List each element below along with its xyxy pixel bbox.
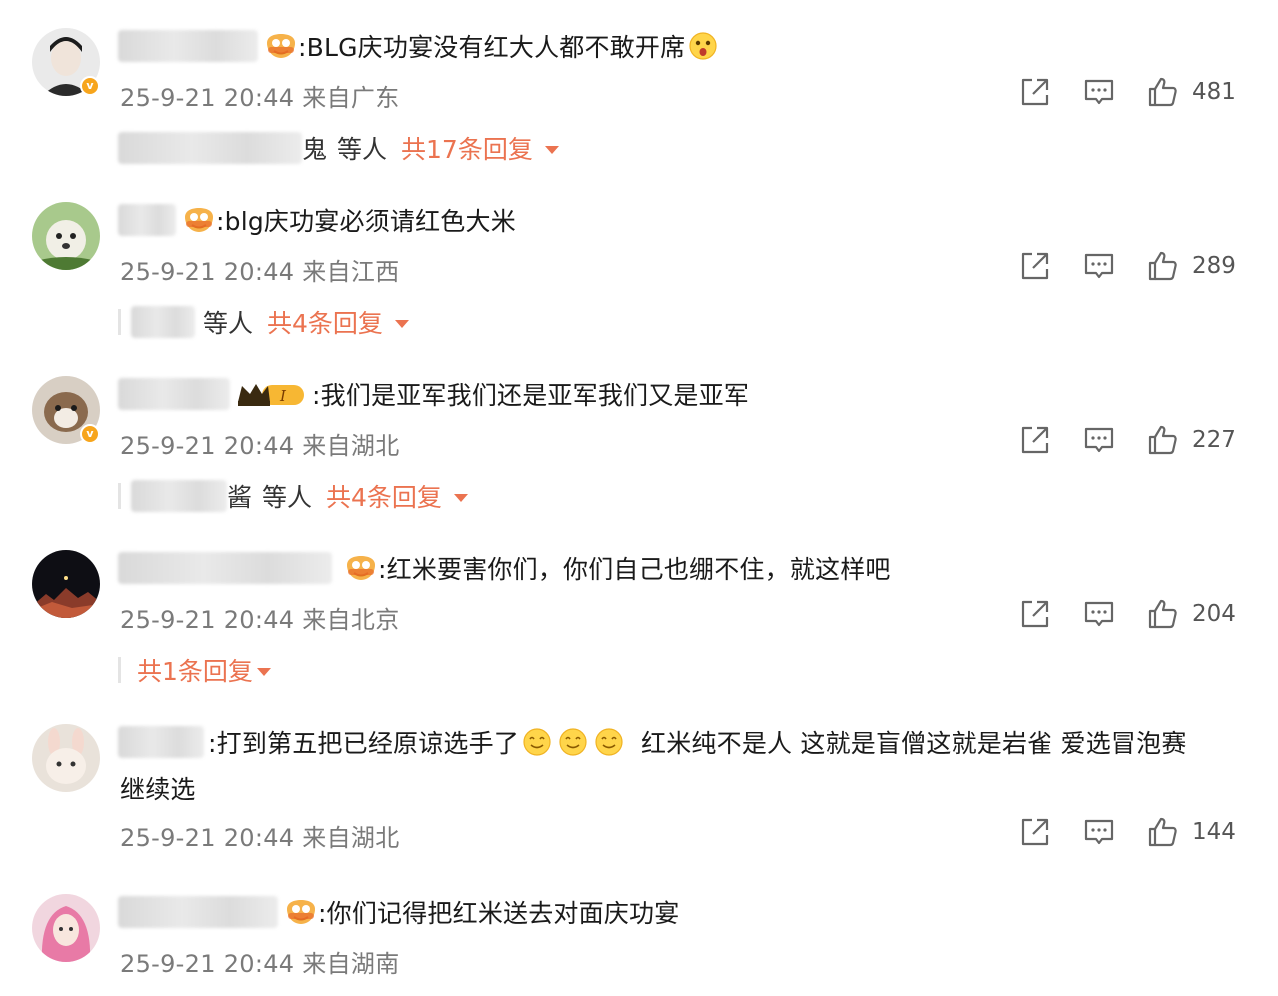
- comment-text: :红米要害你们，你们自己也绷不住，就这样吧: [378, 555, 891, 584]
- share-icon[interactable]: [1018, 249, 1052, 283]
- replier-name-blurred: [131, 306, 195, 338]
- share-icon[interactable]: [1018, 423, 1052, 457]
- comment-text-part-1: :打到第五把已经原谅选手了: [208, 729, 520, 758]
- replies-summary[interactable]: 酱 等人 共4条回复: [118, 476, 468, 516]
- fan-badge-icon: [344, 553, 378, 583]
- thumbs-up-icon[interactable]: [1146, 423, 1180, 457]
- member-crown-badge-icon: I: [236, 380, 306, 408]
- reply-divider: [118, 309, 121, 335]
- replier-name-tail: 酱: [227, 483, 253, 512]
- comment-icon[interactable]: [1082, 597, 1116, 631]
- replies-who: 等人: [337, 135, 388, 164]
- smile-emoji-icon: [594, 727, 624, 757]
- caret-down-icon[interactable]: [256, 668, 271, 676]
- comment-meta: 25-9-21 20:44 来自广东: [120, 84, 400, 112]
- avatar[interactable]: [32, 550, 100, 618]
- avatar[interactable]: [32, 202, 100, 270]
- comment-icon[interactable]: [1082, 423, 1116, 457]
- share-icon[interactable]: [1018, 597, 1052, 631]
- reply-divider: [118, 657, 121, 683]
- replier-name-blurred: [131, 480, 227, 512]
- replies-summary[interactable]: 鬼 等人 共17条回复: [118, 128, 559, 168]
- caret-down-icon[interactable]: [453, 494, 468, 502]
- comment-text: :我们是亚军我们还是亚军我们又是亚军: [312, 381, 750, 410]
- caret-down-icon[interactable]: [394, 320, 409, 328]
- thumbs-up-icon[interactable]: [1146, 815, 1180, 849]
- share-icon[interactable]: [1018, 815, 1052, 849]
- comment-icon[interactable]: [1082, 75, 1116, 109]
- thumbs-up-icon[interactable]: [1146, 249, 1180, 283]
- username-blurred[interactable]: [118, 552, 332, 584]
- comment-text-part-2: 红米纯不是人 这就是盲僧这就是岩雀 爱选冒泡赛: [641, 729, 1187, 758]
- replies-count-link[interactable]: 共4条回复: [326, 478, 442, 514]
- username-blurred[interactable]: [118, 378, 230, 410]
- verified-badge-icon: v: [80, 424, 100, 444]
- smile-emoji-icon: [522, 727, 552, 757]
- username-blurred[interactable]: [118, 896, 278, 928]
- like-count: 204: [1192, 601, 1236, 627]
- thumbs-up-icon[interactable]: [1146, 597, 1180, 631]
- replies-count-link[interactable]: 共4条回复: [267, 304, 383, 340]
- avatar[interactable]: [32, 894, 100, 962]
- comment-meta: 25-9-21 20:44 来自湖北: [120, 824, 400, 852]
- comment-meta: 25-9-21 20:44 来自北京: [120, 606, 400, 634]
- reply-divider: [118, 483, 121, 509]
- verified-badge-icon: v: [80, 76, 100, 96]
- comment-icon[interactable]: [1082, 815, 1116, 849]
- replies-count-link[interactable]: 共1条回复: [137, 652, 253, 688]
- replier-name-blurred: [118, 132, 302, 164]
- replies-summary[interactable]: 等人 共4条回复: [118, 302, 409, 342]
- replies-who: 等人: [203, 309, 254, 338]
- avatar[interactable]: [32, 724, 100, 792]
- replies-who: 等人: [262, 483, 313, 512]
- username-blurred[interactable]: [118, 726, 204, 758]
- shocked-emoji-icon: [688, 31, 718, 61]
- fan-badge-icon: [182, 205, 216, 235]
- comment-text: :BLG庆功宴没有红大人都不敢开席: [298, 33, 686, 62]
- replies-count-link[interactable]: 共17条回复: [401, 130, 533, 166]
- caret-down-icon[interactable]: [544, 146, 559, 154]
- comment-meta: 25-9-21 20:44 来自江西: [120, 258, 400, 286]
- fan-badge-icon: [264, 31, 298, 61]
- like-count: 481: [1192, 79, 1236, 105]
- comment-text-part-3: 继续选: [120, 775, 196, 804]
- replies-summary[interactable]: 共1条回复: [118, 650, 271, 690]
- fan-badge-icon: [284, 897, 318, 927]
- comment-meta: 25-9-21 20:44 来自湖北: [120, 432, 400, 460]
- like-count: 144: [1192, 819, 1236, 845]
- svg-text:I: I: [279, 387, 287, 405]
- share-icon[interactable]: [1018, 75, 1052, 109]
- comment-icon[interactable]: [1082, 249, 1116, 283]
- thumbs-up-icon[interactable]: [1146, 75, 1180, 109]
- username-blurred[interactable]: [118, 204, 176, 236]
- comment-text: :你们记得把红米送去对面庆功宴: [318, 899, 680, 928]
- username-blurred[interactable]: [118, 30, 258, 62]
- like-count: 227: [1192, 427, 1236, 453]
- comment-meta: 25-9-21 20:44 来自湖南: [120, 950, 400, 978]
- smile-emoji-icon: [558, 727, 588, 757]
- comment-text: :blg庆功宴必须请红色大米: [216, 207, 516, 236]
- like-count: 289: [1192, 253, 1236, 279]
- replier-name-tail: 鬼: [302, 135, 328, 164]
